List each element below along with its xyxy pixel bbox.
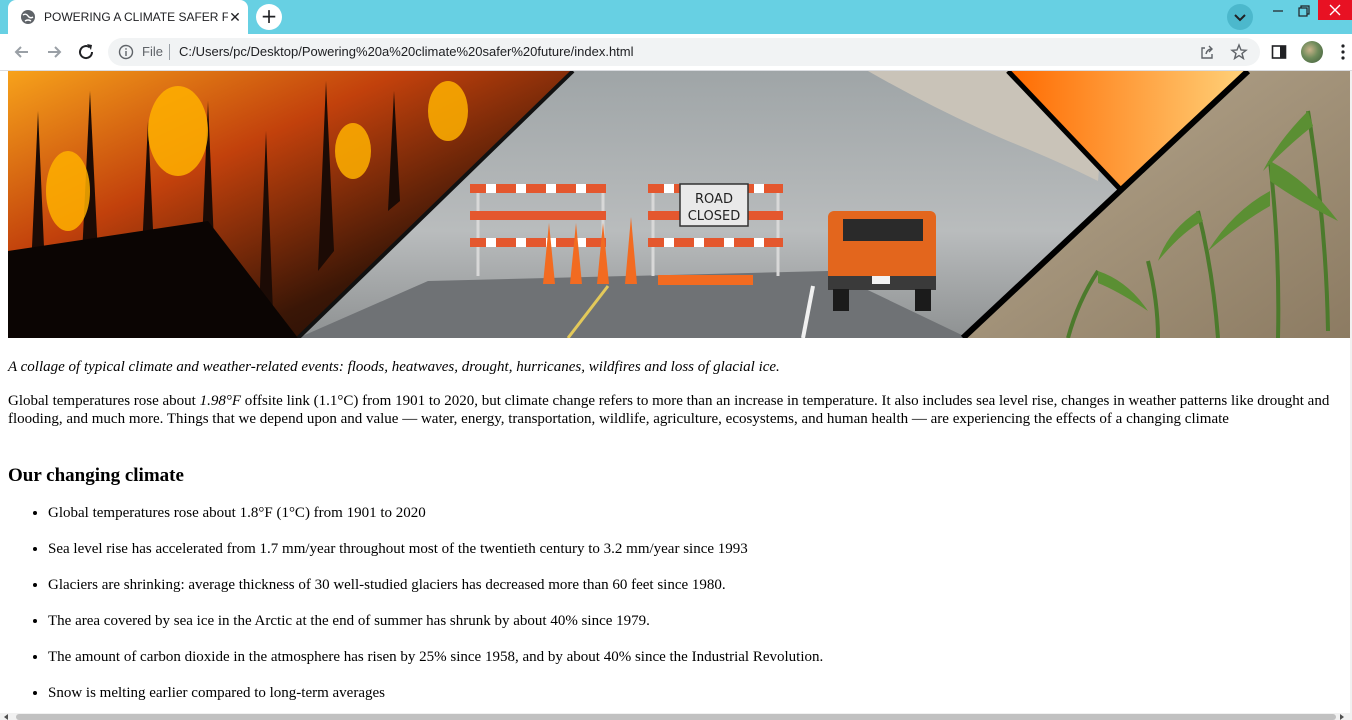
info-icon[interactable] bbox=[118, 44, 134, 60]
reload-icon[interactable] bbox=[74, 40, 98, 64]
more-menu-icon[interactable] bbox=[1334, 43, 1352, 61]
tab-search-button[interactable] bbox=[1227, 4, 1253, 30]
tab-title: POWERING A CLIMATE SAFER FUTURE bbox=[44, 10, 228, 24]
section-heading: Our changing climate bbox=[8, 465, 184, 486]
road-sign-line-1: ROAD bbox=[695, 192, 733, 207]
active-tab[interactable]: POWERING A CLIMATE SAFER FUTURE ✕ bbox=[8, 0, 248, 34]
list-item: Sea level rise has accelerated from 1.7 … bbox=[48, 540, 1348, 558]
restore-button[interactable] bbox=[1292, 0, 1316, 22]
temperature-emphasis: 1.98°F bbox=[199, 393, 242, 409]
close-window-button[interactable] bbox=[1318, 0, 1352, 20]
address-bar[interactable]: File C:/Users/pc/Desktop/Powering%20a%20… bbox=[108, 38, 1260, 66]
scroll-left-arrow-icon[interactable] bbox=[4, 714, 8, 720]
minimize-button[interactable] bbox=[1266, 0, 1290, 22]
list-item: Glaciers are shrinking: average thicknes… bbox=[48, 576, 1348, 594]
bookmark-star-icon[interactable] bbox=[1230, 43, 1248, 61]
road-sign-line-2: CLOSED bbox=[688, 209, 741, 224]
list-item: Global temperatures rose about 1.8°F (1°… bbox=[48, 504, 1348, 522]
scroll-right-arrow-icon[interactable] bbox=[1340, 714, 1344, 720]
divider bbox=[169, 44, 170, 60]
list-item: The area covered by sea ice in the Arcti… bbox=[48, 612, 1348, 630]
climate-collage-image: ROAD CLOSED bbox=[8, 71, 1350, 338]
new-tab-button[interactable]: + bbox=[256, 4, 282, 30]
globe-icon bbox=[21, 10, 35, 24]
profile-avatar[interactable] bbox=[1301, 41, 1323, 63]
tab-strip: POWERING A CLIMATE SAFER FUTURE ✕ + bbox=[0, 0, 1352, 34]
intro-paragraph: Global temperatures rose about 1.98°F of… bbox=[8, 392, 1344, 428]
forward-arrow-icon[interactable] bbox=[42, 40, 66, 64]
url-text[interactable]: C:/Users/pc/Desktop/Powering%20a%20clima… bbox=[179, 44, 1099, 60]
list-item: Snow is melting earlier compared to long… bbox=[48, 684, 1348, 702]
browser-toolbar: File C:/Users/pc/Desktop/Powering%20a%20… bbox=[0, 34, 1352, 71]
image-caption: A collage of typical climate and weather… bbox=[8, 359, 780, 375]
list-item: The amount of carbon dioxide in the atmo… bbox=[48, 648, 1348, 666]
close-tab-button[interactable]: ✕ bbox=[226, 8, 244, 26]
url-scheme-label: File bbox=[142, 44, 163, 59]
horizontal-scrollbar[interactable] bbox=[0, 713, 1352, 720]
share-icon[interactable] bbox=[1199, 44, 1215, 60]
side-panel-icon[interactable] bbox=[1271, 44, 1287, 60]
chevron-down-icon bbox=[1234, 14, 1246, 22]
back-arrow-icon[interactable] bbox=[10, 40, 34, 64]
scrollbar-thumb[interactable] bbox=[16, 714, 1336, 720]
page-viewport: ROAD CLOSED A collage of typical climate… bbox=[0, 71, 1352, 713]
intro-text-start: Global temperatures rose about bbox=[8, 393, 200, 409]
climate-facts-list: Global temperatures rose about 1.8°F (1°… bbox=[8, 504, 1348, 713]
